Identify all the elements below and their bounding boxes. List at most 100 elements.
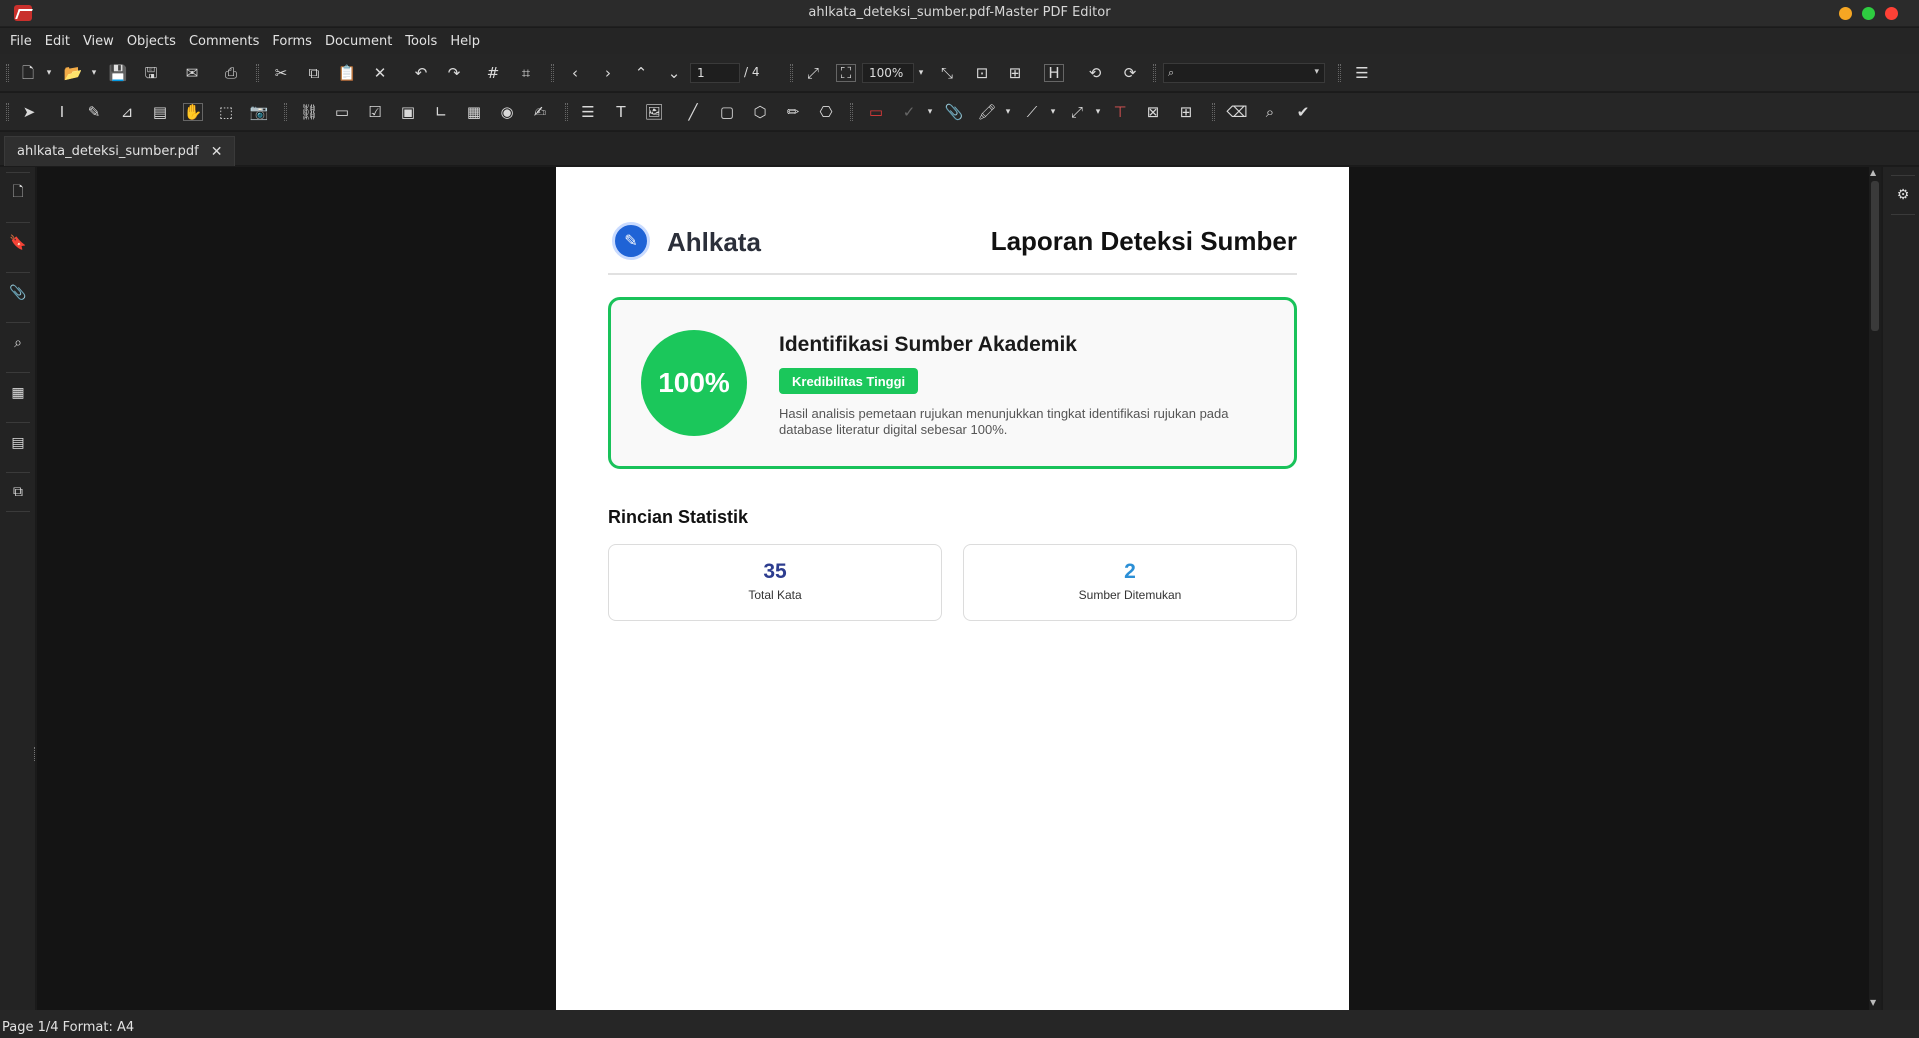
toolbar-grip[interactable] xyxy=(6,64,9,82)
attachment-icon[interactable]: 📎 xyxy=(6,272,30,312)
check-dropdown-icon[interactable]: ▾ xyxy=(925,103,935,121)
arrow-icon[interactable]: ⤢ xyxy=(1067,103,1087,121)
search-dropdown-icon[interactable]: ▾ xyxy=(1314,67,1319,77)
menu-view[interactable]: View xyxy=(83,34,114,49)
copy-icon[interactable]: ⧉ xyxy=(304,64,324,82)
rectangle-icon[interactable]: ▢ xyxy=(717,103,737,121)
cut-icon[interactable]: ✂ xyxy=(271,64,291,82)
button-field-icon[interactable]: ▭ xyxy=(332,103,352,121)
first-page-icon[interactable]: ⌃ xyxy=(631,64,651,82)
scroll-down-icon[interactable]: ▼ xyxy=(1870,998,1876,1007)
email-icon[interactable]: ✉ xyxy=(182,64,202,82)
print-icon[interactable]: ⎙ xyxy=(221,64,241,82)
open-dropdown-icon[interactable]: ▾ xyxy=(89,64,99,82)
previous-page-icon[interactable]: ‹ xyxy=(565,64,585,82)
rotate-ccw-icon[interactable]: ⟲ xyxy=(1085,64,1105,82)
approve-icon[interactable]: ✔ xyxy=(1293,103,1313,121)
insert-text-icon[interactable]: ☰ xyxy=(578,103,598,121)
zoom-input[interactable]: 100% xyxy=(862,63,914,83)
last-page-icon[interactable]: ⌄ xyxy=(664,64,684,82)
checkbox-icon[interactable]: ☑ xyxy=(365,103,385,121)
menu-icon[interactable]: ☰ xyxy=(1352,64,1372,82)
close-tab-icon[interactable]: ✕ xyxy=(211,144,223,160)
comment-box-icon[interactable]: ▭ xyxy=(866,103,886,121)
image-icon[interactable]: 🖼 xyxy=(644,103,664,121)
highlighter-icon[interactable]: 🖍 xyxy=(977,103,997,121)
zoom-area-icon[interactable]: ⊠ xyxy=(1143,103,1163,121)
save-as-icon[interactable]: 🖫 xyxy=(141,64,161,82)
menu-forms[interactable]: Forms xyxy=(272,34,312,49)
fit-visible-icon[interactable]: ⊡ xyxy=(972,64,992,82)
minimize-button[interactable] xyxy=(1839,7,1852,20)
hand-icon[interactable]: ✋ xyxy=(183,103,203,121)
new-document-dropdown-icon[interactable]: ▾ xyxy=(44,64,54,82)
search-icon[interactable]: ⌕ xyxy=(6,322,30,362)
text-field-icon[interactable]: ▦ xyxy=(464,103,484,121)
check-mark-icon[interactable]: ✓ xyxy=(899,103,919,121)
next-page-icon[interactable]: › xyxy=(598,64,618,82)
grid-icon[interactable]: # xyxy=(483,64,503,82)
redo-icon[interactable]: ↷ xyxy=(444,64,464,82)
layers-icon[interactable]: ▦ xyxy=(6,372,30,412)
polygon-icon[interactable]: ⬡ xyxy=(750,103,770,121)
combobox-icon[interactable]: ▣ xyxy=(398,103,418,121)
typewriter-icon[interactable]: T xyxy=(611,103,631,121)
highlighter-dropdown-icon[interactable]: ▾ xyxy=(1003,103,1013,121)
scroll-up-icon[interactable]: ▲ xyxy=(1870,168,1876,177)
menu-edit[interactable]: Edit xyxy=(45,34,70,49)
tab-document[interactable]: ahlkata_deteksi_sumber.pdf ✕ xyxy=(4,136,236,166)
snapshot-icon[interactable]: 📷 xyxy=(249,103,269,121)
arrange-icon[interactable]: ⊞ xyxy=(1176,103,1196,121)
full-screen-icon[interactable]: ⊞ xyxy=(1005,64,1025,82)
search-input[interactable]: ⌕ ▾ xyxy=(1163,63,1325,83)
menu-file[interactable]: File xyxy=(10,34,32,49)
split-view-icon[interactable]: H xyxy=(1044,64,1064,82)
menu-tools[interactable]: Tools xyxy=(405,34,437,49)
menu-comments[interactable]: Comments xyxy=(189,34,259,49)
document-viewport[interactable]: ✎ Ahlkata Laporan Deteksi Sumber 100% Id… xyxy=(37,167,1869,1010)
fit-page-icon[interactable]: ⤢ xyxy=(803,64,823,82)
menu-help[interactable]: Help xyxy=(450,34,480,49)
magnifier-icon[interactable]: ⌕ xyxy=(1260,103,1280,121)
delete-icon[interactable]: ✕ xyxy=(370,64,390,82)
attach-icon[interactable]: 📎 xyxy=(944,103,964,121)
snap-grid-icon[interactable]: ⌗ xyxy=(516,64,536,82)
marquee-icon[interactable]: ⬚ xyxy=(216,103,236,121)
page-number-input[interactable]: 1 xyxy=(690,63,740,83)
bookmark-icon[interactable]: 🔖 xyxy=(6,222,30,262)
text-box-icon[interactable]: ⊤ xyxy=(1110,103,1130,121)
vertical-scrollbar[interactable]: ▲ ▼ xyxy=(1869,167,1881,1010)
select-icon[interactable]: ➤ xyxy=(19,103,39,121)
save-icon[interactable]: 💾 xyxy=(108,64,128,82)
toolbar-grip[interactable] xyxy=(6,103,9,121)
eraser-icon[interactable]: ⌫ xyxy=(1226,103,1247,121)
copy-pages-icon[interactable]: ⧉ xyxy=(6,472,30,512)
maximize-button[interactable] xyxy=(1862,7,1875,20)
scrollbar-thumb[interactable] xyxy=(1871,181,1879,331)
zoom-dropdown-icon[interactable]: ▾ xyxy=(916,64,926,82)
open-folder-icon[interactable]: 📂 xyxy=(63,64,83,82)
close-button[interactable] xyxy=(1885,7,1898,20)
stamp-icon[interactable]: ⎔ xyxy=(816,103,836,121)
pencil-icon[interactable]: ✏ xyxy=(783,103,803,121)
list-icon[interactable]: ∟ xyxy=(431,103,451,121)
actual-size-icon[interactable]: ⛶ xyxy=(836,64,856,82)
signature-field-icon[interactable]: ✍ xyxy=(530,103,550,121)
arrow-dropdown-icon[interactable]: ▾ xyxy=(1093,103,1103,121)
edit-object-icon[interactable]: ⊿ xyxy=(117,103,137,121)
radio-icon[interactable]: ◉ xyxy=(497,103,517,121)
line-icon[interactable]: ╱ xyxy=(683,103,703,121)
edit-text-icon[interactable]: ✎ xyxy=(84,103,104,121)
rotate-cw-icon[interactable]: ⟳ xyxy=(1120,64,1140,82)
fit-width-icon[interactable]: ⤡ xyxy=(937,64,957,82)
undo-icon[interactable]: ↶ xyxy=(411,64,431,82)
measure-line-icon[interactable]: ⟋ xyxy=(1022,103,1042,121)
forms-icon[interactable]: ▤ xyxy=(6,422,30,462)
link-icon[interactable]: ⛓ xyxy=(299,103,319,121)
form-icon[interactable]: ▤ xyxy=(150,103,170,121)
pages-icon[interactable]: 🗋 xyxy=(6,172,30,212)
menu-document[interactable]: Document xyxy=(325,34,392,49)
text-select-icon[interactable]: Ⅰ xyxy=(52,103,72,121)
new-document-icon[interactable]: 🗋 xyxy=(18,64,38,82)
menu-objects[interactable]: Objects xyxy=(127,34,176,49)
